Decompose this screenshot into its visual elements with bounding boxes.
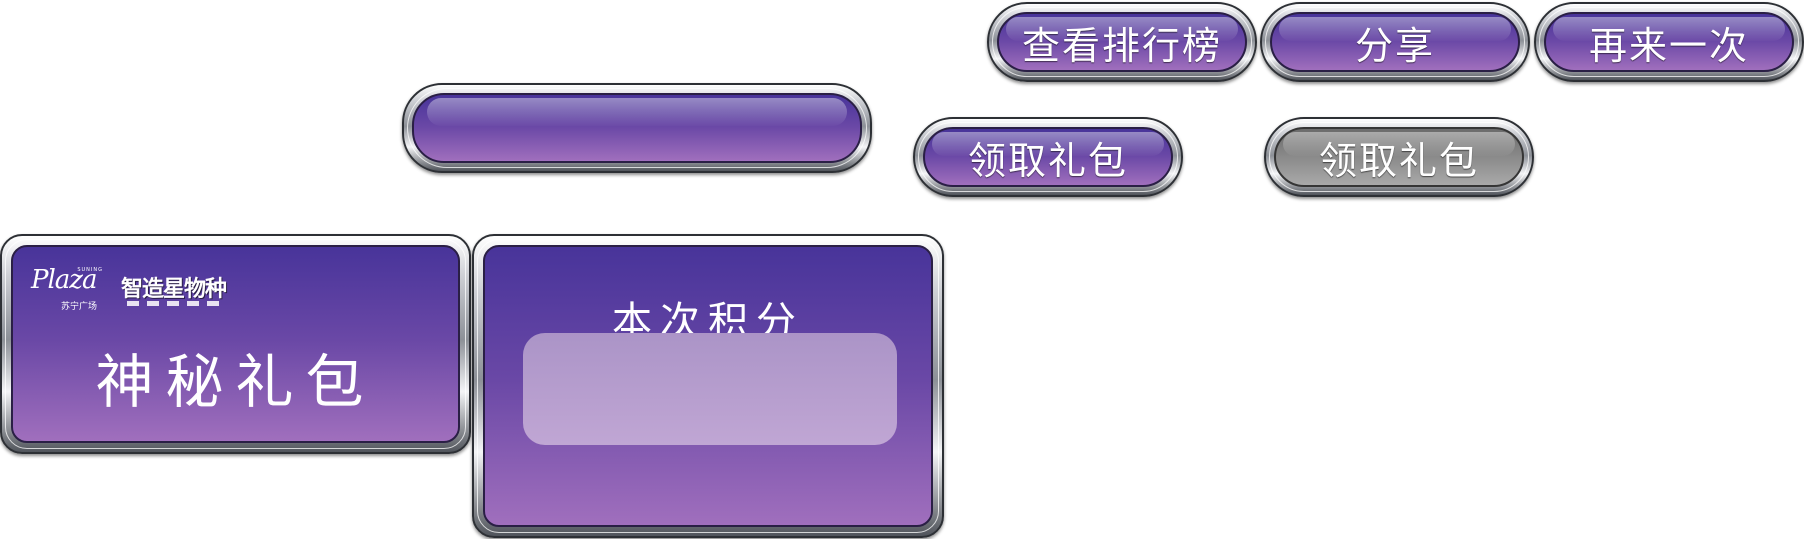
suning-plaza-logo: Plaza SUNING 苏宁广场 (31, 265, 103, 313)
mystery-gift-panel-face: Plaza SUNING 苏宁广场 智造星物种 神秘礼包 (11, 245, 460, 443)
mystery-gift-panel: Plaza SUNING 苏宁广场 智造星物种 神秘礼包 (0, 234, 471, 454)
blank-bar-button[interactable] (402, 83, 872, 173)
claim-gift-disabled-face: 领取礼包 (1274, 127, 1524, 187)
score-panel-face: 本次积分 (483, 245, 933, 527)
play-again-button[interactable]: 再来一次 (1534, 2, 1804, 82)
brand-logos: Plaza SUNING 苏宁广场 智造星物种 (31, 265, 231, 313)
score-panel: 本次积分 (472, 234, 944, 538)
share-button-label: 分享 (1354, 23, 1435, 68)
mystery-gift-title: 神秘礼包 (95, 348, 376, 416)
campaign-logo-text: 智造星物种 (121, 277, 227, 302)
share-button[interactable]: 分享 (1260, 2, 1530, 82)
claim-gift-button-disabled[interactable]: 领取礼包 (1264, 117, 1534, 197)
claim-gift-button-face: 领取礼包 (923, 127, 1173, 187)
score-display-box (523, 333, 897, 445)
claim-gift-button[interactable]: 领取礼包 (913, 117, 1183, 197)
leaderboard-button-face: 查看排行榜 (997, 12, 1247, 72)
leaderboard-button[interactable]: 查看排行榜 (987, 2, 1257, 82)
claim-gift-disabled-label: 领取礼包 (1318, 138, 1479, 183)
share-button-face: 分享 (1270, 12, 1520, 72)
campaign-logo-underline (127, 301, 219, 306)
campaign-logo: 智造星物种 (121, 265, 231, 313)
asset-sheet: 查看排行榜 分享 再来一次 领取礼包 领取礼包 Plaza SUNING 苏宁广… (0, 0, 1804, 539)
play-again-button-face: 再来一次 (1544, 12, 1794, 72)
leaderboard-button-label: 查看排行榜 (1021, 23, 1222, 68)
plaza-cn-text: 苏宁广场 (61, 302, 98, 312)
blank-bar-face (412, 93, 862, 163)
claim-gift-button-label: 领取礼包 (967, 138, 1128, 183)
play-again-button-label: 再来一次 (1588, 23, 1749, 68)
plaza-tiny-text: SUNING (77, 267, 103, 273)
